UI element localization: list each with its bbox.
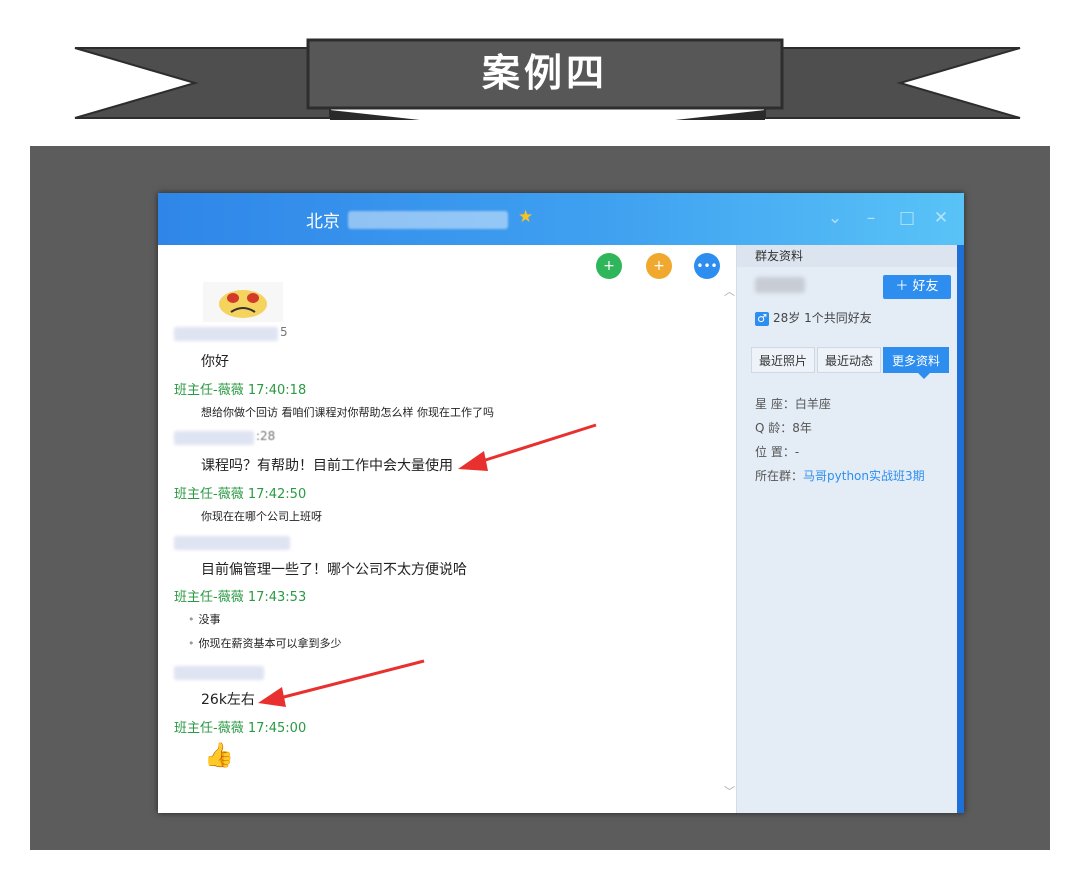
scrollbar[interactable] — [957, 245, 964, 813]
member-profile-panel: 群友资料 ＋ 好友 ♂ 28岁 1个共同好友 最近照片 最近动态 更多资料 星 座… — [736, 245, 964, 813]
message-text: • 你现在薪资基本可以拿到多少 — [188, 637, 342, 650]
red-arrow-head — [258, 687, 286, 707]
sender-line: 班主任-薇薇 17:45:00 — [174, 721, 307, 736]
thumbs-up-icon: 👍 — [204, 741, 234, 769]
tab-recent-activity[interactable]: 最近动态 — [817, 347, 881, 373]
message-text: 课程吗？有帮助！目前工作中会大量使用 — [201, 458, 453, 474]
red-arrow — [475, 423, 597, 465]
redacted-name — [174, 431, 254, 445]
info-q-age: Q 龄：8年 — [755, 421, 812, 435]
redacted-name — [174, 327, 278, 341]
sender-line: 班主任-薇薇 17:40:18 — [174, 383, 307, 398]
title-bar: 北京 ★ ⌄ – □ ✕ — [158, 193, 964, 245]
redacted-title — [348, 211, 508, 229]
message-text: 目前偏管理一些了！哪个公司不太方便说哈 — [201, 562, 467, 578]
banner-title: 案例四 — [481, 51, 608, 95]
invite-icon[interactable]: + — [646, 253, 672, 279]
panel-header: 群友资料 — [737, 245, 964, 267]
add-friend-button[interactable]: ＋ 好友 — [883, 275, 951, 299]
red-arrow — [275, 659, 425, 701]
chat-window: 北京 ★ ⌄ – □ ✕ + + ••• ︿ 5 你好 班主任-薇薇 17:40… — [158, 193, 964, 813]
redacted-name — [174, 536, 290, 550]
message-text: • 没事 — [188, 613, 221, 626]
close-icon[interactable]: ✕ — [930, 207, 952, 229]
message-text: 你现在在哪个公司上班呀 — [201, 510, 322, 523]
maximize-icon[interactable]: □ — [896, 207, 918, 229]
redacted-name — [174, 666, 264, 680]
chevron-down-icon[interactable]: ⌄ — [824, 207, 846, 229]
sender-line: 班主任-薇薇 17:43:53 — [174, 590, 307, 605]
page: 案例四 北京 ★ ⌄ – □ ✕ + + ••• ︿ 5 你好 班主任-薇薇 1… — [0, 0, 1080, 869]
chat-title: 北京 — [306, 212, 340, 232]
message-text: 26k左右 — [201, 692, 255, 708]
redacted-name — [755, 277, 805, 293]
red-arrow-head — [458, 451, 488, 471]
tab-recent-photos[interactable]: 最近照片 — [751, 347, 815, 373]
tab-more-info[interactable]: 更多资料 — [883, 347, 949, 373]
info-zodiac: 星 座：白羊座 — [755, 397, 831, 411]
scroll-down-icon[interactable]: ﹀ — [724, 783, 735, 799]
active-tab-indicator — [918, 373, 930, 379]
more-icon[interactable]: ••• — [694, 253, 720, 279]
group-link[interactable]: 马哥python实战班3期 — [803, 469, 925, 483]
chat-history: + + ••• ︿ 5 你好 班主任-薇薇 17:40:18 想给你做个回访 看… — [158, 245, 736, 813]
sender-time-partial: 5 — [280, 325, 288, 339]
male-icon: ♂ — [755, 312, 769, 326]
sender-time-partial: :28 — [256, 429, 276, 443]
sticker-image — [203, 282, 283, 322]
scroll-up-icon[interactable]: ︿ — [724, 283, 735, 299]
profile-summary: ♂ 28岁 1个共同好友 — [755, 309, 872, 326]
profile-tabs: 最近照片 最近动态 更多资料 — [751, 347, 959, 373]
info-group: 所在群：马哥python实战班3期 — [755, 469, 925, 483]
message-text: 想给你做个回访 看咱们课程对你帮助怎么样 你现在工作了吗 — [201, 406, 494, 419]
star-icon: ★ — [518, 207, 534, 227]
info-location: 位 置：- — [755, 445, 800, 459]
add-friend-icon[interactable]: + — [596, 253, 622, 279]
sender-line: 班主任-薇薇 17:42:50 — [174, 487, 307, 502]
message-text: 你好 — [201, 354, 229, 370]
minimize-icon[interactable]: – — [860, 207, 882, 229]
